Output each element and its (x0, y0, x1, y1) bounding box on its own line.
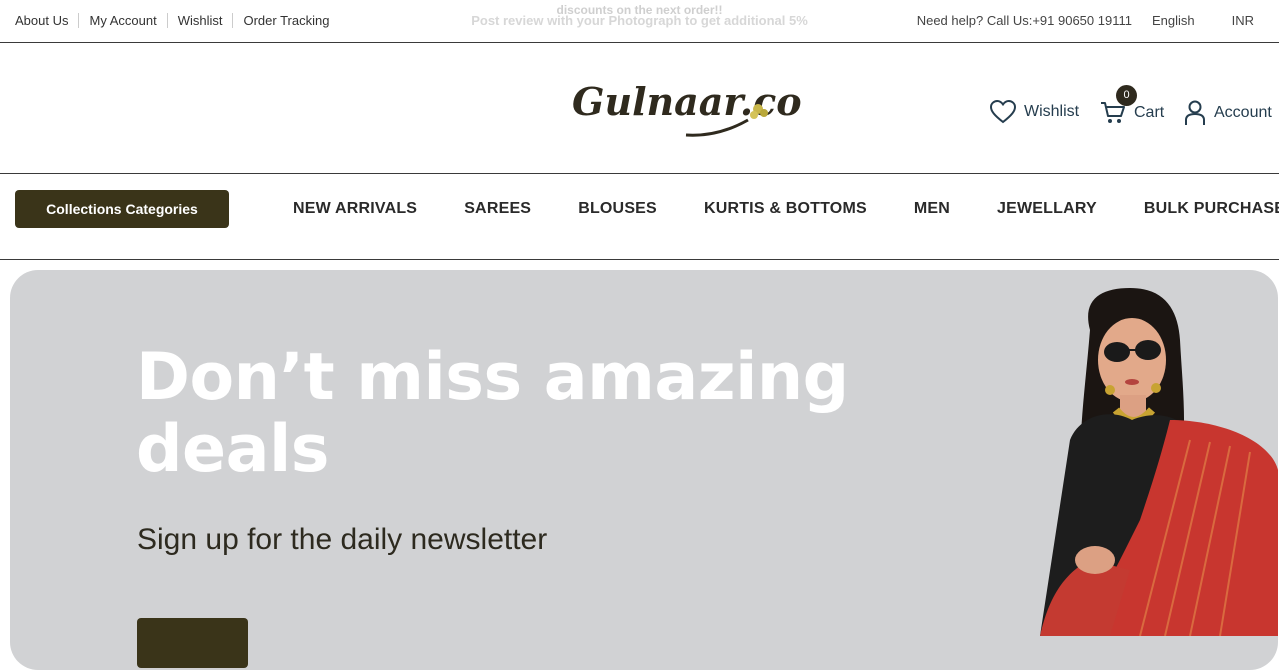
header-wishlist[interactable]: Wishlist (990, 100, 1079, 124)
header-cart[interactable]: 0 Cart (1100, 85, 1165, 125)
hero-title: Don’t miss amazing deals (136, 340, 849, 487)
account-label: Account (1214, 104, 1272, 121)
subscribe-button[interactable] (137, 618, 248, 668)
language-selector[interactable]: English (1152, 13, 1195, 28)
logo-swoosh-icon (685, 104, 768, 137)
nav-item-kurtis-bottoms[interactable]: KURTIS & BOTTOMS (704, 200, 867, 218)
nav-item-men[interactable]: MEN (914, 200, 950, 218)
main-nav: Collections Categories NEW ARRIVALS SARE… (0, 174, 1279, 260)
nav-item-new-arrivals[interactable]: NEW ARRIVALS (293, 200, 417, 218)
nav-item-bulk-purchase[interactable]: BULK PURCHASE (1144, 200, 1279, 218)
user-icon (1185, 100, 1205, 125)
newsletter-hero: Don’t miss amazing deals Sign up for the… (10, 270, 1278, 670)
model-photo (1040, 288, 1278, 636)
hero-subtitle: Sign up for the daily newsletter (137, 523, 548, 556)
nav-menu: NEW ARRIVALS SAREES BLOUSES KURTIS & BOT… (293, 200, 1279, 218)
cart-label: Cart (1134, 104, 1165, 121)
nav-item-sarees[interactable]: SAREES (464, 200, 531, 218)
header-account[interactable]: Account (1184, 100, 1272, 126)
currency-selector[interactable]: INR (1232, 13, 1254, 28)
nav-item-blouses[interactable]: BLOUSES (578, 200, 657, 218)
top-bar: About Us My Account Wishlist Order Track… (0, 0, 1279, 43)
cart-count-badge: 0 (1116, 85, 1137, 106)
site-header: Gulnaar.co Wishlist 0 Cart Account (0, 43, 1279, 174)
logo[interactable]: Gulnaar.co (568, 75, 802, 145)
nav-item-jewellary[interactable]: JEWELLARY (997, 200, 1097, 218)
top-right-info: Need help? Call Us:+91 90650 19111 Engli… (917, 13, 1254, 28)
heart-icon (990, 100, 1016, 124)
collections-categories-button[interactable]: Collections Categories (15, 190, 229, 228)
help-phone: Need help? Call Us:+91 90650 19111 (916, 13, 1132, 28)
wishlist-label: Wishlist (1024, 103, 1080, 120)
